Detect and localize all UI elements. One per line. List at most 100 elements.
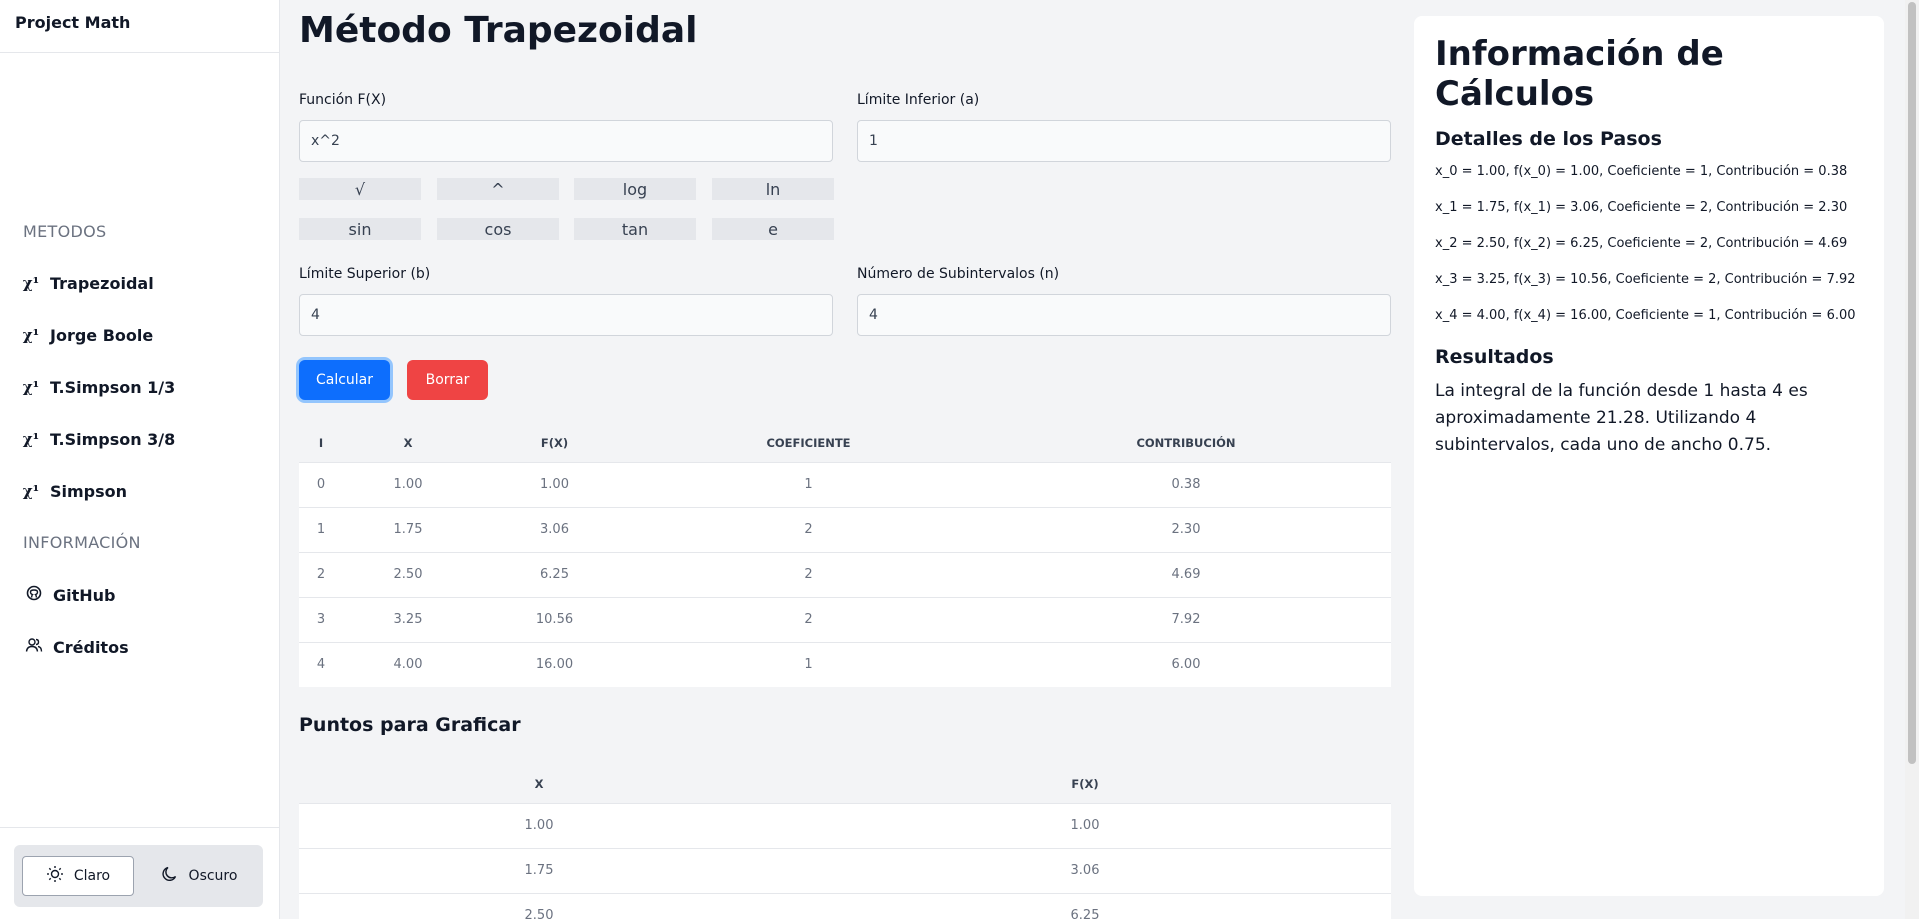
cell-contribution: 2.30 bbox=[981, 506, 1391, 552]
points-table: X F(X) 1.00 1.00 1.75 3.06 2.50 6.25 bbox=[299, 765, 1391, 919]
log-button[interactable]: log bbox=[574, 178, 696, 200]
cell-fx: 6.25 bbox=[473, 551, 636, 597]
subintervals-label: Número de Subintervalos (n) bbox=[857, 266, 1060, 282]
theme-dark-button[interactable]: Oscuro bbox=[144, 856, 254, 896]
cell-x: 4.00 bbox=[343, 641, 473, 687]
sidebar-item-jorge-boole[interactable]: χ¹ Jorge Boole bbox=[22, 320, 153, 350]
sidebar-item-simpson-3-8[interactable]: χ¹ T.Simpson 3/8 bbox=[22, 424, 176, 454]
table-header-row: I X F(X) COEFICIENTE CONTRIBUCIÓN bbox=[299, 424, 1391, 462]
column-header: F(X) bbox=[779, 765, 1391, 803]
sqrt-button[interactable]: √ bbox=[299, 178, 421, 200]
table-row: 1 1.75 3.06 2 2.30 bbox=[299, 506, 1391, 552]
cell-index: 4 bbox=[299, 641, 343, 687]
sidebar: Project Math METODOS χ¹ Trapezoidal χ¹ J… bbox=[0, 0, 280, 919]
function-label: Función F(X) bbox=[299, 92, 387, 108]
moon-icon bbox=[161, 865, 179, 887]
sidebar-item-label: Trapezoidal bbox=[50, 273, 154, 293]
cell-coef: 2 bbox=[636, 551, 981, 597]
theme-light-button[interactable]: Claro bbox=[22, 856, 134, 896]
cell-fx: 16.00 bbox=[473, 641, 636, 687]
cell-x: 3.25 bbox=[343, 596, 473, 642]
function-input[interactable] bbox=[299, 120, 833, 162]
sidebar-item-label: Jorge Boole bbox=[50, 325, 154, 345]
brand-title: Project Math bbox=[0, 0, 279, 53]
theme-switcher: Claro Oscuro bbox=[14, 845, 263, 907]
info-title: Información de Cálculos bbox=[1435, 34, 1724, 114]
cell-fx: 1.00 bbox=[779, 802, 1391, 848]
sun-icon bbox=[46, 865, 64, 887]
column-header: I bbox=[299, 424, 343, 462]
upper-limit-label: Límite Superior (b) bbox=[299, 266, 431, 282]
column-header: X bbox=[299, 765, 779, 803]
cell-contribution: 4.69 bbox=[981, 551, 1391, 597]
cell-coef: 1 bbox=[636, 641, 981, 687]
sidebar-item-trapezoidal[interactable]: χ¹ Trapezoidal bbox=[22, 268, 154, 298]
cell-coef: 1 bbox=[636, 461, 981, 507]
cell-fx: 3.06 bbox=[779, 847, 1391, 893]
cos-button[interactable]: cos bbox=[437, 218, 559, 240]
cell-x: 1.00 bbox=[299, 802, 779, 848]
main-content: Método Trapezoidal Función F(X) Límite I… bbox=[280, 0, 1410, 919]
cell-x: 1.00 bbox=[343, 461, 473, 507]
step-line: x_0 = 1.00, f(x_0) = 1.00, Coeficiente =… bbox=[1435, 164, 1848, 179]
info-panel: Información de Cálculos Detalles de los … bbox=[1414, 16, 1884, 896]
lower-limit-label: Límite Inferior (a) bbox=[857, 92, 980, 108]
table-row: 1.00 1.00 bbox=[299, 802, 1391, 848]
scroll-thumb[interactable] bbox=[1908, 2, 1916, 764]
table-row: 4 4.00 16.00 1 6.00 bbox=[299, 641, 1391, 687]
step-line: x_4 = 4.00, f(x_4) = 16.00, Coeficiente … bbox=[1435, 308, 1856, 323]
page-title: Método Trapezoidal bbox=[299, 10, 698, 51]
table-row: 0 1.00 1.00 1 0.38 bbox=[299, 461, 1391, 507]
cell-index: 0 bbox=[299, 461, 343, 507]
sidebar-item-simpson-1-3[interactable]: χ¹ T.Simpson 1/3 bbox=[22, 372, 176, 402]
steps-title: Detalles de los Pasos bbox=[1435, 128, 1662, 150]
calculate-button[interactable]: Calcular bbox=[299, 360, 390, 400]
results-title: Resultados bbox=[1435, 346, 1554, 368]
superscript-x-icon: χ¹ bbox=[22, 378, 40, 396]
info-section-title: INFORMACIÓN bbox=[23, 533, 141, 552]
table-row: 2 2.50 6.25 2 4.69 bbox=[299, 551, 1391, 597]
cell-contribution: 6.00 bbox=[981, 641, 1391, 687]
step-line: x_2 = 2.50, f(x_2) = 6.25, Coeficiente =… bbox=[1435, 236, 1848, 251]
column-header: CONTRIBUCIÓN bbox=[981, 424, 1391, 462]
cell-fx: 6.25 bbox=[779, 892, 1391, 919]
github-icon bbox=[25, 585, 43, 605]
sidebar-item-label: T.Simpson 1/3 bbox=[50, 377, 176, 397]
e-button[interactable]: e bbox=[712, 218, 834, 240]
points-title: Puntos para Graficar bbox=[299, 714, 521, 736]
power-button[interactable]: ^ bbox=[437, 178, 559, 200]
cell-fx: 3.06 bbox=[473, 506, 636, 552]
table-row: 1.75 3.06 bbox=[299, 847, 1391, 893]
table-header-row: X F(X) bbox=[299, 765, 1391, 803]
superscript-x-icon: χ¹ bbox=[22, 326, 40, 344]
cell-x: 1.75 bbox=[343, 506, 473, 552]
sidebar-item-label: Simpson bbox=[50, 481, 128, 501]
lower-limit-input[interactable] bbox=[857, 120, 1391, 162]
table-row: 2.50 6.25 bbox=[299, 892, 1391, 919]
step-line: x_1 = 1.75, f(x_1) = 3.06, Coeficiente =… bbox=[1435, 200, 1848, 215]
sin-button[interactable]: sin bbox=[299, 218, 421, 240]
tan-button[interactable]: tan bbox=[574, 218, 696, 240]
upper-limit-input[interactable] bbox=[299, 294, 833, 336]
sidebar-item-label: Créditos bbox=[53, 637, 129, 657]
results-table: I X F(X) COEFICIENTE CONTRIBUCIÓN 0 1.00… bbox=[299, 424, 1391, 687]
sidebar-item-label: T.Simpson 3/8 bbox=[50, 429, 176, 449]
users-icon bbox=[25, 637, 43, 657]
subintervals-input[interactable] bbox=[857, 294, 1391, 336]
sidebar-item-github[interactable]: GitHub bbox=[25, 580, 116, 610]
cell-fx: 10.56 bbox=[473, 596, 636, 642]
cell-fx: 1.00 bbox=[473, 461, 636, 507]
results-text: La integral de la función desde 1 hasta … bbox=[1435, 381, 1808, 455]
cell-contribution: 7.92 bbox=[981, 596, 1391, 642]
cell-index: 2 bbox=[299, 551, 343, 597]
sidebar-item-label: GitHub bbox=[53, 585, 116, 605]
ln-button[interactable]: ln bbox=[712, 178, 834, 200]
page-scrollbar[interactable] bbox=[1905, 0, 1919, 919]
cell-index: 1 bbox=[299, 506, 343, 552]
sidebar-item-simpson[interactable]: χ¹ Simpson bbox=[22, 476, 127, 506]
cell-x: 2.50 bbox=[343, 551, 473, 597]
theme-dark-label: Oscuro bbox=[188, 868, 238, 884]
theme-light-label: Claro bbox=[73, 868, 111, 884]
clear-button[interactable]: Borrar bbox=[407, 360, 488, 400]
sidebar-item-creditos[interactable]: Créditos bbox=[25, 632, 129, 662]
